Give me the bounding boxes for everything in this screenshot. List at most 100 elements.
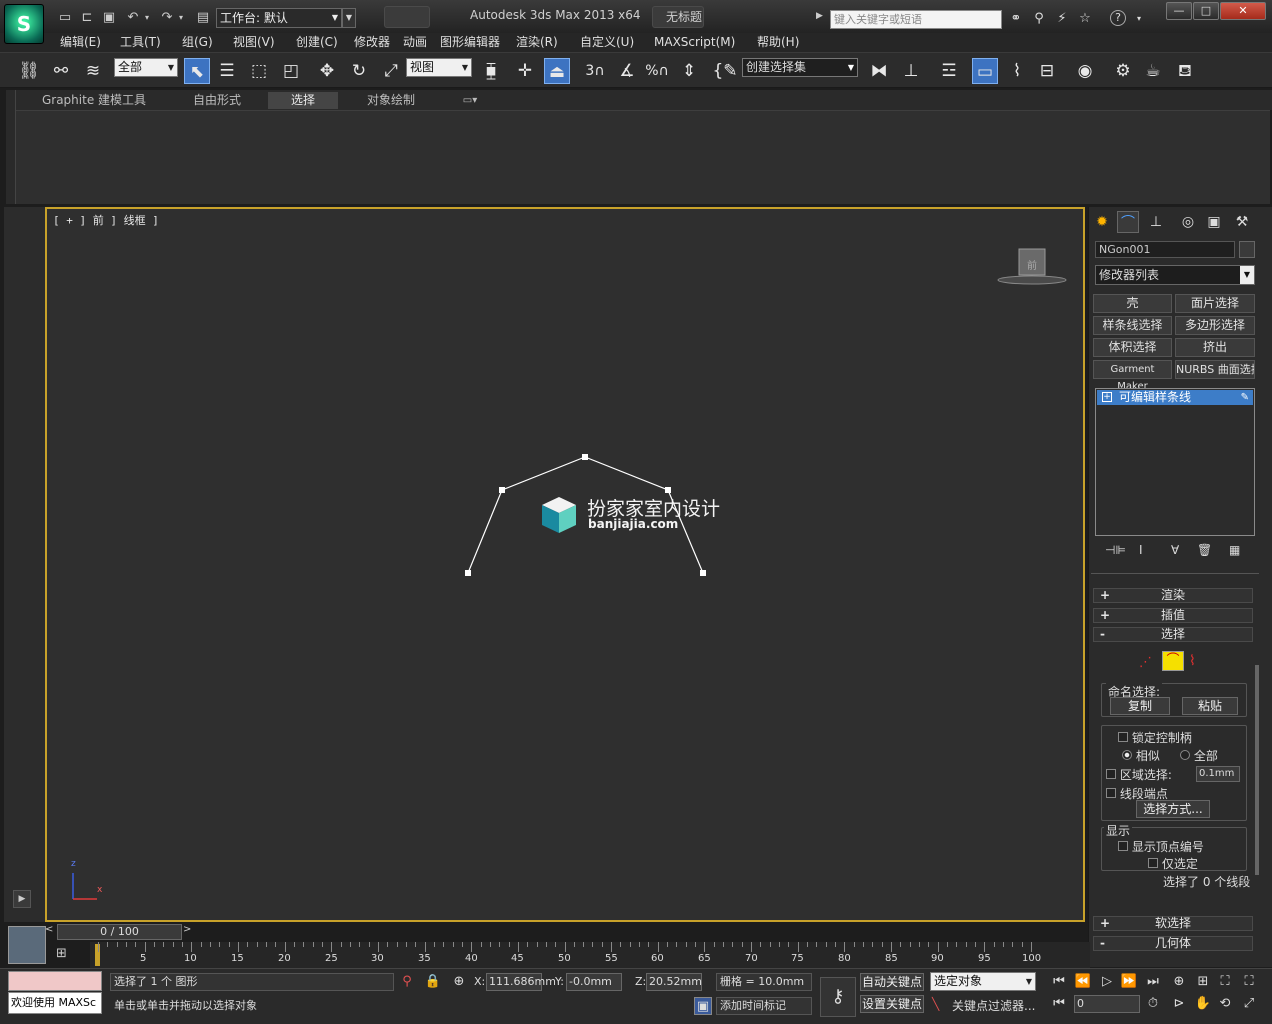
help-dropdown-icon[interactable]: ▾ <box>1130 10 1148 28</box>
next-key-icon[interactable]: ⏩ <box>1120 973 1138 991</box>
project-folder-icon[interactable]: ▤ <box>194 9 212 27</box>
selection-filter-select[interactable]: 全部 ▼ <box>114 58 178 77</box>
menu-graph-editors[interactable]: 图形编辑器 <box>440 34 500 51</box>
select-by-name-icon[interactable]: ☰ <box>214 58 240 84</box>
rollout-selection[interactable]: - 选择 <box>1093 627 1253 642</box>
z-coord-field[interactable]: 20.52mm <box>646 973 702 991</box>
mod-btn-extrude[interactable]: 挤出 <box>1175 338 1255 357</box>
segment-end-checkbox[interactable] <box>1106 788 1116 798</box>
menu-views[interactable]: 视图(V) <box>233 34 275 51</box>
subscription-key-icon[interactable]: ⚲ <box>1030 10 1048 28</box>
panel-scrollbar[interactable] <box>1255 665 1259 875</box>
mod-btn-vol-select[interactable]: 体积选择 <box>1093 338 1172 357</box>
zoom-all-icon[interactable]: ⊞ <box>1194 973 1212 991</box>
area-selection-spinner[interactable]: 0.1mm <box>1196 766 1240 782</box>
menu-maxscript[interactable]: MAXScript(M) <box>654 34 735 51</box>
auto-key-button[interactable]: 自动关键点 <box>860 973 924 991</box>
mirror-icon[interactable]: ⧓ <box>866 58 892 84</box>
rollout-geometry[interactable]: - 几何体 <box>1093 936 1253 951</box>
prev-frame-icon[interactable]: < <box>45 924 53 935</box>
menu-modifiers[interactable]: 修改器 <box>354 34 390 51</box>
time-slider[interactable]: 0 / 100 <box>57 924 182 940</box>
mod-btn-patch-select[interactable]: 面片选择 <box>1175 294 1255 313</box>
undo-icon[interactable]: ↶ <box>124 9 142 27</box>
create-tab-icon[interactable]: ✹ <box>1091 211 1113 233</box>
move-icon[interactable]: ✥ <box>314 58 340 84</box>
tab-graphite[interactable]: Graphite 建模工具 <box>34 92 154 109</box>
configure-sets-icon[interactable]: ▦ <box>1229 543 1240 557</box>
time-config-icon[interactable]: ⏱ <box>1144 995 1162 1013</box>
app-logo-icon[interactable]: S <box>4 4 44 44</box>
select-object-icon[interactable]: ⬉ <box>184 58 210 84</box>
paste-button[interactable]: 粘贴 <box>1182 697 1238 715</box>
modifier-list-select[interactable]: 修改器列表 ▼ <box>1095 265 1255 285</box>
x-coord-field[interactable]: 111.686mm <box>486 973 556 991</box>
hierarchy-tab-icon[interactable]: ⊥ <box>1145 211 1167 233</box>
isolate-selection-icon[interactable]: ⚲ <box>398 973 416 991</box>
goto-start-icon[interactable]: ⏮ <box>1050 973 1068 991</box>
save-icon[interactable]: ▣ <box>100 9 118 27</box>
ref-coord-select[interactable]: 视图 ▼ <box>406 58 472 77</box>
utilities-tab-icon[interactable]: ⚒ <box>1231 211 1253 233</box>
set-key-button[interactable]: 设置关键点 <box>860 995 924 1013</box>
menu-group[interactable]: 组(G) <box>182 34 213 51</box>
modify-tab-icon[interactable]: ⌒ <box>1117 211 1139 233</box>
add-time-tag[interactable]: 添加时间标记 <box>716 997 812 1015</box>
maximize-button[interactable]: □ <box>1193 2 1219 20</box>
search-expand-icon[interactable]: ▶ <box>816 11 823 21</box>
rotate-icon[interactable]: ↻ <box>346 58 372 84</box>
redo-icon[interactable]: ↷ <box>158 9 176 27</box>
close-button[interactable]: ✕ <box>1220 2 1266 20</box>
remove-modifier-icon[interactable]: 🗑 <box>1197 543 1212 557</box>
selected-only-checkbox[interactable] <box>1148 858 1158 868</box>
spinner-snap-icon[interactable]: ⇕ <box>676 58 702 84</box>
show-vertex-numbers-checkbox[interactable] <box>1118 841 1128 851</box>
selection-lock-icon[interactable]: 🔒 <box>424 973 442 991</box>
unlink-icon[interactable]: ⚯ <box>48 58 74 84</box>
render-production-icon[interactable]: ⛾ <box>1172 58 1198 84</box>
field-of-view-icon[interactable]: ⊳ <box>1170 995 1188 1013</box>
vertex-level-icon[interactable]: ⋰ <box>1139 655 1152 670</box>
zoom-extents-icon[interactable]: ⛶ <box>1216 973 1234 991</box>
menu-customize[interactable]: 自定义(U) <box>580 34 634 51</box>
menu-edit[interactable]: 编辑(E) <box>60 34 101 51</box>
workspace-menu-button[interactable]: ▼ <box>342 8 356 28</box>
key-mode-toggle-icon[interactable]: ⏮ <box>1050 995 1068 1013</box>
lock-handles-checkbox[interactable] <box>1118 732 1128 742</box>
rendered-frame-icon[interactable]: ☕ <box>1140 58 1166 84</box>
graphite-toggle-icon[interactable]: ▭ <box>972 58 998 84</box>
mod-btn-nurbs-surf-select[interactable]: NURBS 曲面选择 <box>1175 360 1255 379</box>
align-icon[interactable]: ⊥ <box>898 58 924 84</box>
display-tab-icon[interactable]: ▣ <box>1203 211 1225 233</box>
menu-create[interactable]: 创建(C) <box>296 34 338 51</box>
area-selection-checkbox[interactable] <box>1106 769 1116 779</box>
key-filters-button[interactable]: 关键点过滤器... <box>952 997 1035 1014</box>
percent-snap-icon[interactable]: %∩ <box>644 58 670 84</box>
mod-btn-shell[interactable]: 壳 <box>1093 294 1172 313</box>
mini-listener-icon[interactable] <box>8 926 46 964</box>
zoom-icon[interactable]: ⊕ <box>1170 973 1188 991</box>
key-mode-select[interactable]: 选定对象 ▼ <box>930 972 1036 991</box>
pivot-center-icon[interactable]: ⧯ <box>478 58 504 84</box>
mod-btn-garment-maker[interactable]: Garment Maker <box>1093 360 1172 392</box>
track-bar[interactable]: 5 10 15 20 25 30 35 40 45 50 55 60 65 70… <box>90 942 1090 968</box>
all-radio[interactable] <box>1180 750 1190 760</box>
object-color-swatch[interactable] <box>1239 241 1255 258</box>
abs-relative-toggle-icon[interactable]: ⊕ <box>450 973 468 991</box>
layer-manager-icon[interactable]: ☲ <box>936 58 962 84</box>
tab-selection[interactable]: 选择 <box>268 92 338 109</box>
edit-named-sel-icon[interactable]: {✎ <box>712 58 738 84</box>
schematic-view-icon[interactable]: ⊟ <box>1034 58 1060 84</box>
welcome-maxscript[interactable]: 欢迎使用 MAXSc <box>8 992 102 1014</box>
menu-rendering[interactable]: 渲染(R) <box>516 34 558 51</box>
orbit-icon[interactable]: ⟲ <box>1216 995 1234 1013</box>
tab-freeform[interactable]: 自由形式 <box>184 92 250 109</box>
binoculars-icon[interactable]: ⚭ <box>1007 10 1025 28</box>
ribbon-options-icon[interactable]: ▭▾ <box>456 92 484 109</box>
menu-help[interactable]: 帮助(H) <box>757 34 799 51</box>
tab-object-paint[interactable]: 对象绘制 <box>356 92 426 109</box>
render-setup-icon[interactable]: ⚙ <box>1110 58 1136 84</box>
segment-level-icon[interactable]: ⌒ <box>1162 651 1184 671</box>
current-frame-field[interactable]: 0 <box>1074 995 1140 1013</box>
time-tag-icon[interactable]: ▣ <box>694 997 712 1015</box>
